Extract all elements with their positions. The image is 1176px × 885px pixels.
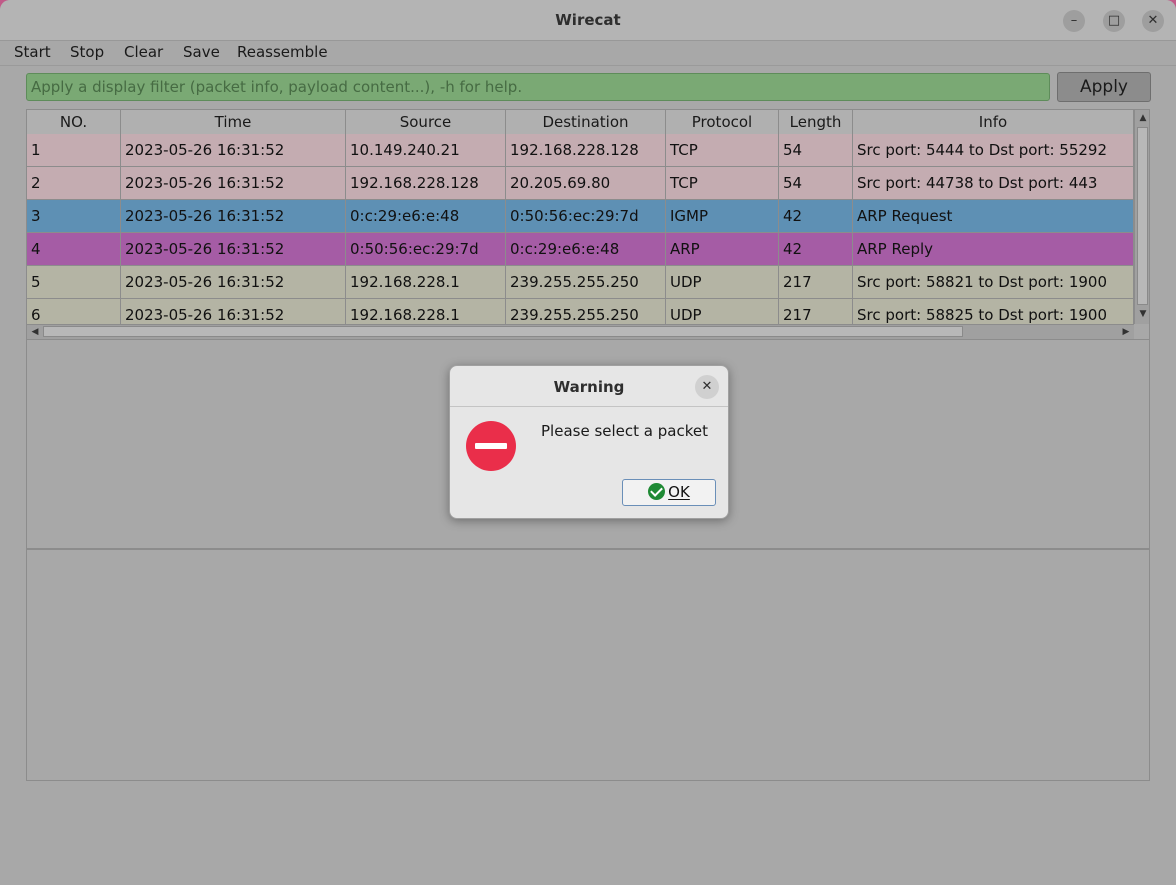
menu-start[interactable]: Start: [14, 43, 51, 61]
cell-protocol: TCP: [666, 167, 779, 199]
cell-length: 42: [779, 200, 853, 232]
menu-save[interactable]: Save: [183, 43, 220, 61]
scroll-right-arrow-icon[interactable]: ▶: [1118, 325, 1134, 339]
menu-divider: [0, 65, 1176, 66]
cell-destination: 20.205.69.80: [506, 167, 666, 199]
cell-destination: 239.255.255.250: [506, 266, 666, 298]
ok-button[interactable]: OK: [622, 479, 716, 506]
table-header: NO. Time Source Destination Protocol Len…: [27, 110, 1134, 135]
cell-destination: 0:c:29:e6:e:48: [506, 233, 666, 265]
cell-info: ARP Reply: [853, 233, 1134, 265]
title-bar: Wirecat – □ ✕: [0, 0, 1176, 41]
cell-info: ARP Request: [853, 200, 1134, 232]
column-header-time[interactable]: Time: [121, 110, 346, 134]
dialog-divider: [450, 406, 728, 407]
cell-length: 217: [779, 266, 853, 298]
cell-destination: 192.168.228.128: [506, 134, 666, 166]
warning-dialog: Warning ✕ Please select a packet OK: [449, 365, 729, 519]
close-window-button[interactable]: ✕: [1142, 10, 1164, 32]
horizontal-scrollbar[interactable]: ◀ ▶: [27, 324, 1134, 339]
column-header-length[interactable]: Length: [779, 110, 853, 134]
column-header-info[interactable]: Info: [853, 110, 1134, 134]
cell-protocol: ARP: [666, 233, 779, 265]
cell-source: 192.168.228.128: [346, 167, 506, 199]
cell-time: 2023-05-26 16:31:52: [121, 167, 346, 199]
cell-protocol: IGMP: [666, 200, 779, 232]
packet-bytes-pane: [26, 549, 1150, 781]
cell-destination: 0:50:56:ec:29:7d: [506, 200, 666, 232]
column-header-no[interactable]: NO.: [27, 110, 121, 134]
cell-no: 5: [27, 266, 121, 298]
cell-no: 4: [27, 233, 121, 265]
cell-protocol: TCP: [666, 134, 779, 166]
table-row[interactable]: 4 2023-05-26 16:31:52 0:50:56:ec:29:7d 0:c:…: [27, 233, 1134, 266]
display-filter-input[interactable]: [27, 74, 1049, 100]
menu-reassemble[interactable]: Reassemble: [237, 43, 328, 61]
cell-length: 42: [779, 233, 853, 265]
cell-info: Src port: 5444 to Dst port: 55292: [853, 134, 1134, 166]
cell-time: 2023-05-26 16:31:52: [121, 134, 346, 166]
cell-info: Src port: 44738 to Dst port: 443: [853, 167, 1134, 199]
cell-info: Src port: 58821 to Dst port: 1900: [853, 266, 1134, 298]
cell-source: 192.168.228.1: [346, 266, 506, 298]
cell-source: 10.149.240.21: [346, 134, 506, 166]
scroll-up-arrow-icon[interactable]: ▲: [1135, 111, 1149, 125]
cell-no: 1: [27, 134, 121, 166]
scroll-left-arrow-icon[interactable]: ◀: [27, 325, 43, 339]
cell-time: 2023-05-26 16:31:52: [121, 233, 346, 265]
cell-source: 0:50:56:ec:29:7d: [346, 233, 506, 265]
dialog-title: Warning: [553, 378, 625, 396]
error-stop-icon: [466, 421, 516, 471]
dialog-message: Please select a packet: [541, 422, 708, 440]
cell-length: 54: [779, 167, 853, 199]
cell-time: 2023-05-26 16:31:52: [121, 266, 346, 298]
cell-no: 2: [27, 167, 121, 199]
column-header-protocol[interactable]: Protocol: [666, 110, 779, 134]
window-title: Wirecat: [555, 11, 621, 29]
vertical-scrollbar[interactable]: ▲ ▼: [1134, 110, 1149, 324]
menu-clear[interactable]: Clear: [124, 43, 163, 61]
cell-length: 54: [779, 134, 853, 166]
packet-list-table: NO. Time Source Destination Protocol Len…: [26, 109, 1150, 340]
apply-button[interactable]: Apply: [1057, 72, 1151, 102]
checkmark-icon: [648, 483, 666, 500]
scroll-down-arrow-icon[interactable]: ▼: [1135, 307, 1149, 321]
column-header-destination[interactable]: Destination: [506, 110, 666, 134]
table-row[interactable]: 2 2023-05-26 16:31:52 192.168.228.128 20.20…: [27, 167, 1134, 200]
cell-time: 2023-05-26 16:31:52: [121, 200, 346, 232]
column-header-source[interactable]: Source: [346, 110, 506, 134]
menu-bar: Start Stop Clear Save Reassemble: [0, 41, 1176, 65]
ok-button-label: OK: [668, 483, 690, 501]
main-window: Wirecat – □ ✕ Start Stop Clear Save Reas…: [0, 0, 1176, 885]
cell-no: 3: [27, 200, 121, 232]
horizontal-scroll-thumb[interactable]: [43, 326, 963, 337]
table-row[interactable]: 3 2023-05-26 16:31:52 0:c:29:e6:e:48 0:50:5…: [27, 200, 1134, 233]
cell-protocol: UDP: [666, 266, 779, 298]
display-filter-field: [26, 73, 1050, 101]
menu-stop[interactable]: Stop: [70, 43, 104, 61]
minimize-button[interactable]: –: [1063, 10, 1085, 32]
cell-source: 0:c:29:e6:e:48: [346, 200, 506, 232]
table-row[interactable]: 1 2023-05-26 16:31:52 10.149.240.21 192.168…: [27, 134, 1134, 167]
vertical-scroll-thumb[interactable]: [1137, 127, 1148, 305]
maximize-button[interactable]: □: [1103, 10, 1125, 32]
table-row[interactable]: 5 2023-05-26 16:31:52 192.168.228.1 239.255…: [27, 266, 1134, 299]
dialog-close-button[interactable]: ✕: [695, 375, 719, 399]
